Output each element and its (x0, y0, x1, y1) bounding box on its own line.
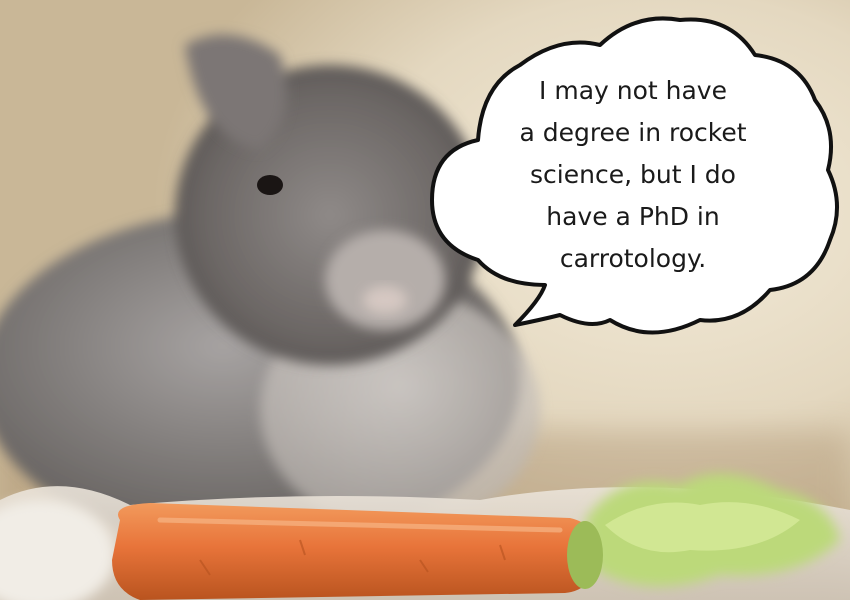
speech-bubble-text: I may not have a degree in rocket scienc… (488, 70, 778, 280)
rabbit-nose (363, 286, 407, 314)
speech-line-4: have a PhD in (546, 202, 720, 231)
rabbit-muzzle (325, 230, 445, 330)
photo-scene: I may not have a degree in rocket scienc… (0, 0, 850, 600)
speech-line-1: I may not have (539, 76, 727, 105)
carrot-top (567, 521, 603, 589)
speech-line-2: a degree in rocket (519, 118, 747, 147)
speech-line-3: science, but I do (530, 160, 736, 189)
speech-line-5: carrotology. (559, 244, 707, 273)
carrot (112, 503, 603, 600)
rabbit-eye (257, 175, 283, 195)
